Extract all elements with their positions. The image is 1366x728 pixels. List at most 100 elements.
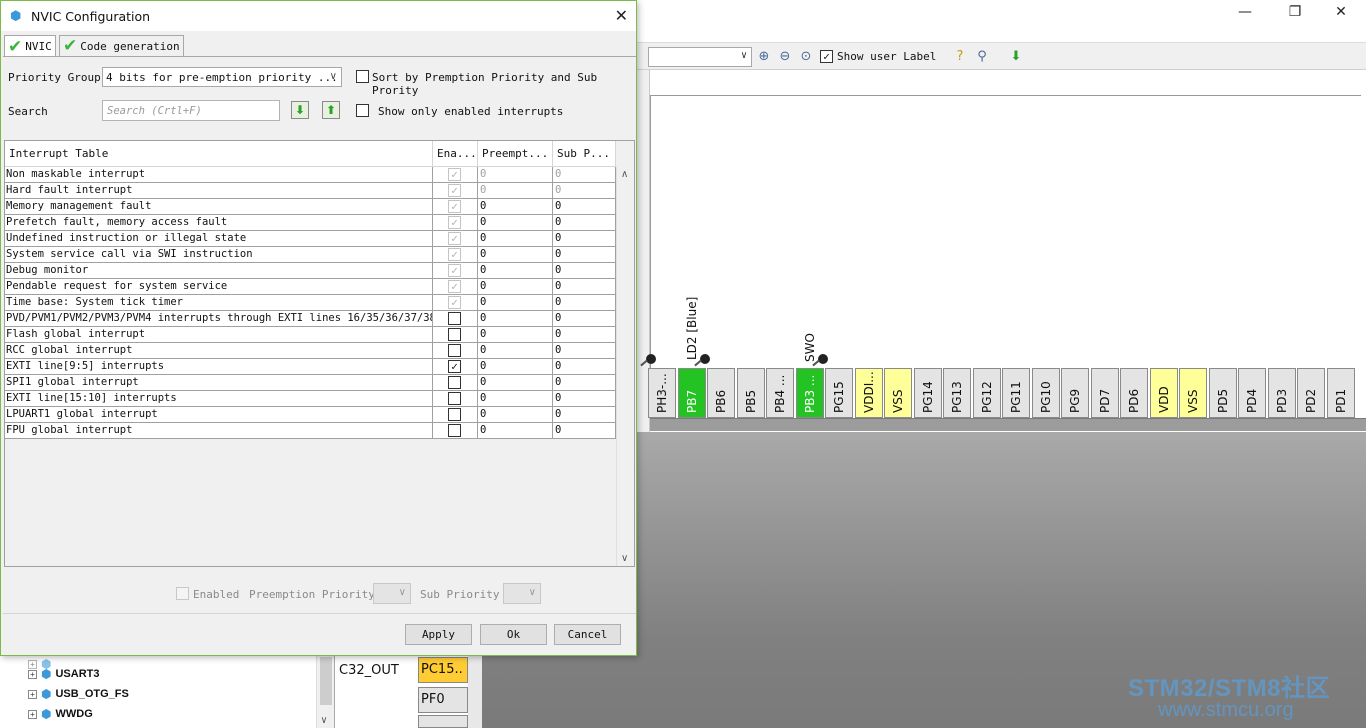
sub-priority-select[interactable]: ∨ [503,583,541,604]
pin-pd2[interactable]: PD2 [1297,368,1325,418]
sub-priority-cell[interactable]: 0 [553,311,616,326]
pin-ph3[interactable]: PH3-... [648,368,676,418]
minimize-button[interactable]: — [1222,2,1268,24]
priority-group-select[interactable]: 4 bits for pre-emption priority ... ∨ [102,67,342,87]
enabled-checkbox[interactable] [448,424,461,437]
sub-priority-cell[interactable]: 0 [553,391,616,406]
search-previous-button[interactable]: ⬆ [322,101,340,119]
table-row[interactable]: Pendable request for system service ✓ 0 0 [5,279,616,295]
pin-vdd[interactable]: VDD [1149,368,1178,418]
sub-priority-cell[interactable]: 0 [553,279,616,294]
table-row[interactable]: RCC global interrupt 0 0 [5,343,616,359]
pin-pf0[interactable]: PF0 [418,687,468,713]
pin-pb3[interactable]: PB3 ... [795,368,824,418]
download-icon[interactable]: ⬇ [1008,49,1024,65]
preemption-priority-cell[interactable]: 0 [478,183,553,198]
sub-priority-cell[interactable]: 0 [553,423,616,438]
column-header-enabled[interactable]: Ena... [433,141,478,167]
scrollbar-thumb[interactable] [320,657,332,705]
table-row[interactable]: FPU global interrupt 0 0 [5,423,616,439]
sub-priority-cell[interactable]: 0 [553,231,616,246]
pin-vddi[interactable]: VDDI... [854,368,883,418]
pin-pd1[interactable]: PD1 [1326,368,1355,418]
preemption-priority-cell[interactable]: 0 [478,247,553,262]
table-row[interactable]: SPI1 global interrupt 0 0 [5,375,616,391]
preemption-priority-cell[interactable]: 0 [478,215,553,230]
pin-pb6[interactable]: PB6 [707,368,735,418]
table-row[interactable]: PVD/PVM1/PVM2/PVM3/PVM4 interrupts throu… [5,311,616,327]
column-header-sub-priority[interactable]: Sub P... [553,141,616,167]
preemption-priority-cell[interactable]: 0 [478,263,553,278]
apply-button[interactable]: Apply [405,624,472,645]
enabled-checkbox[interactable] [448,328,461,341]
table-row[interactable]: Memory management fault ✓ 0 0 [5,199,616,215]
preemption-priority-cell[interactable]: 0 [478,391,553,406]
enabled-checkbox[interactable] [448,312,461,325]
pin-pd3[interactable]: PD3 [1267,368,1296,418]
chevron-down-icon[interactable]: ∨ [621,553,628,564]
sub-priority-cell[interactable]: 0 [553,167,616,182]
pin-pg10[interactable]: PG10 [1031,368,1060,418]
maximize-button[interactable]: ❐ [1272,2,1318,24]
preemption-priority-cell[interactable]: 0 [478,343,553,358]
search-input[interactable] [103,101,279,120]
sub-priority-cell[interactable]: 0 [553,295,616,310]
table-scrollbar[interactable]: ∧ ∨ [616,167,634,566]
preemption-priority-cell[interactable]: 0 [478,199,553,214]
close-window-button[interactable]: ✕ [1318,2,1364,24]
tree-item-usart3[interactable]: + ⬢ USART3 [28,666,100,682]
tree-scrollbar[interactable]: ∨ [316,655,334,728]
close-icon[interactable]: ✕ [615,6,628,25]
enabled-checkbox[interactable] [448,408,461,421]
sub-priority-cell[interactable]: 0 [553,359,616,374]
pin-pg15[interactable]: PG15 [825,368,853,418]
enabled-checkbox[interactable]: ✓ [448,360,461,373]
tab-nvic[interactable]: ✔ NVIC [4,35,56,57]
search-next-button[interactable]: ⬇ [291,101,309,119]
pin-pg13[interactable]: PG13 [943,368,971,418]
table-row[interactable]: EXTI line[9:5] interrupts ✓ 0 0 [5,359,616,375]
sub-priority-cell[interactable]: 0 [553,183,616,198]
preemption-priority-cell[interactable]: 0 [478,167,553,182]
preemption-priority-cell[interactable]: 0 [478,279,553,294]
sub-priority-cell[interactable]: 0 [553,263,616,278]
expand-icon[interactable]: + [28,689,37,699]
pin-pg9[interactable]: PG9 [1061,368,1089,418]
preemption-priority-cell[interactable]: 0 [478,423,553,438]
expand-icon[interactable]: + [28,669,37,679]
zoom-in-icon[interactable]: ⊕ [756,49,772,65]
enabled-checkbox[interactable] [448,376,461,389]
show-enabled-checkbox[interactable] [356,104,369,117]
preemption-priority-cell[interactable]: 0 [478,231,553,246]
table-row[interactable]: Undefined instruction or illegal state ✓ 0… [5,231,616,247]
chevron-down-icon[interactable]: ∨ [321,715,327,726]
pin-pd7[interactable]: PD7 [1090,368,1119,418]
expand-icon[interactable]: + [28,709,37,719]
pin-pb5[interactable]: PB5 [736,368,765,418]
sub-priority-cell[interactable]: 0 [553,407,616,422]
pin-pd6[interactable]: PD6 [1120,368,1148,418]
enabled-checkbox[interactable] [448,344,461,357]
preemption-priority-select[interactable]: ∨ [373,583,411,604]
zoom-out-icon[interactable]: ⊖ [777,49,793,65]
sub-priority-cell[interactable]: 0 [553,247,616,262]
pin-pb7[interactable]: PB7 [677,368,706,418]
table-row[interactable]: Debug monitor ✓ 0 0 [5,263,616,279]
table-row[interactable]: System service call via SWI instruction ✓… [5,247,616,263]
preemption-priority-cell[interactable]: 0 [478,311,553,326]
table-row[interactable]: Hard fault interrupt ✓ 0 0 [5,183,616,199]
zoom-fit-icon[interactable]: ⊙ [798,49,814,65]
enabled-checkbox[interactable] [448,392,461,405]
sub-priority-cell[interactable]: 0 [553,375,616,390]
search-help-icon[interactable]: ⚲ [974,49,990,65]
show-user-label-checkbox[interactable]: ✓ [820,50,833,63]
table-row[interactable]: Flash global interrupt 0 0 [5,327,616,343]
tree-item-wwdg[interactable]: + ⬢ WWDG [28,706,93,722]
preemption-priority-cell[interactable]: 0 [478,359,553,374]
table-row[interactable]: Time base: System tick timer ✓ 0 0 [5,295,616,311]
preemption-priority-cell[interactable]: 0 [478,295,553,310]
pin-vss[interactable]: VSS [1179,368,1207,418]
sub-priority-cell[interactable]: 0 [553,215,616,230]
sub-priority-cell[interactable]: 0 [553,199,616,214]
pin-pg14[interactable]: PG14 [913,368,942,418]
